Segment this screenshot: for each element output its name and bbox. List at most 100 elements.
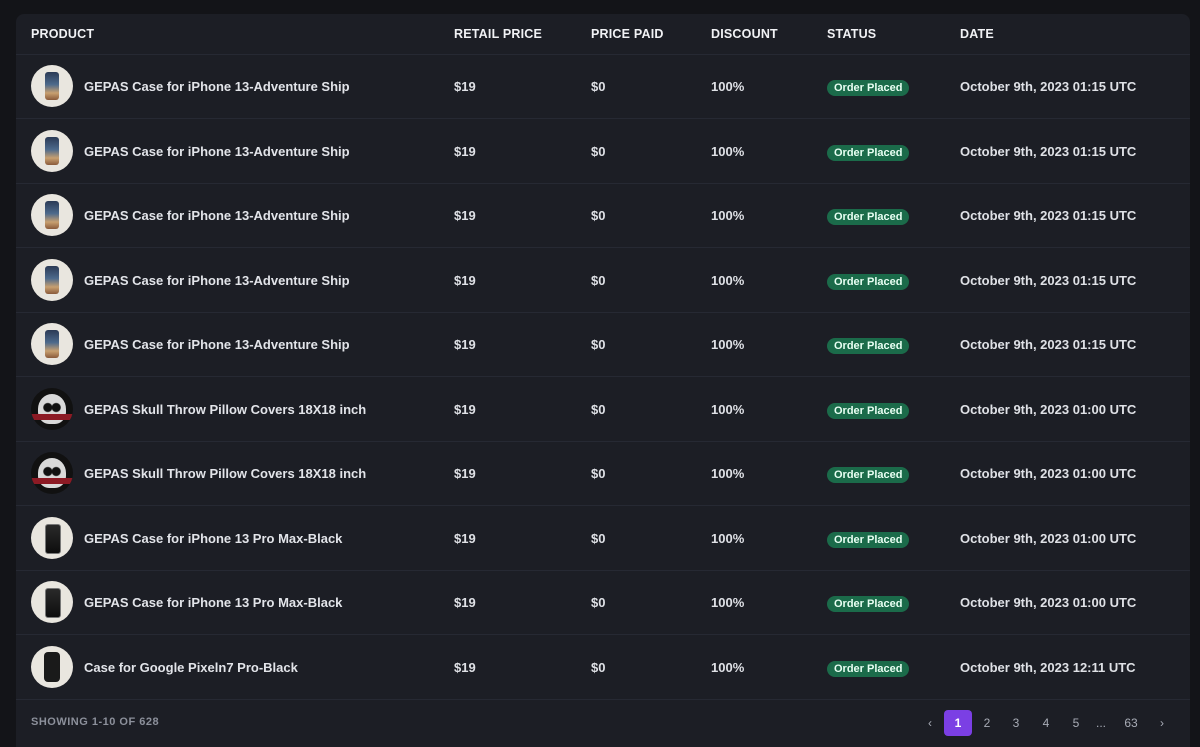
discount: 100% — [711, 466, 745, 481]
order-date: October 9th, 2023 01:15 UTC — [960, 272, 1137, 288]
retail-price: $19 — [454, 659, 476, 675]
table-row[interactable]: GEPAS Case for iPhone 13-Adventure Ship $… — [16, 183, 1190, 248]
order-date: October 9th, 2023 01:15 UTC — [960, 79, 1137, 94]
status-badge: Order Placed — [827, 273, 910, 290]
discount: 100% — [711, 272, 745, 288]
orders-table-panel: PRODUCT RETAIL PRICE PRICE PAID DISCOUNT… — [16, 14, 1190, 747]
page-button-4[interactable]: 4 — [1032, 710, 1060, 736]
table-row[interactable]: GEPAS Case for iPhone 13 Pro Max-Black $1… — [16, 506, 1190, 571]
showing-count: SHOWING 1-10 OF 628 — [31, 716, 160, 728]
product-name[interactable]: GEPAS Case for iPhone 13-Adventure Ship — [84, 273, 350, 288]
retail-price: $19 — [454, 466, 476, 481]
order-date: October 9th, 2023 01:15 UTC — [960, 143, 1137, 159]
table-row[interactable]: GEPAS Case for iPhone 13-Adventure Ship $… — [16, 119, 1190, 184]
status-badge: Order Placed — [827, 531, 910, 548]
next-page-icon[interactable]: › — [1148, 710, 1176, 736]
discount: 100% — [711, 659, 745, 675]
product-thumbnail — [31, 194, 73, 236]
retail-price: $19 — [454, 530, 476, 546]
product-name[interactable]: Case for Google Pixeln7 Pro-Black — [84, 660, 298, 675]
product-thumbnail — [31, 387, 73, 430]
price-paid: $0 — [591, 208, 606, 223]
product-thumbnail — [31, 452, 73, 494]
status-badge: Order Placed — [827, 209, 910, 225]
price-paid: $0 — [591, 659, 606, 675]
order-date: October 9th, 2023 01:15 UTC — [960, 337, 1137, 352]
retail-price: $19 — [454, 337, 476, 352]
status-badge: Order Placed — [827, 80, 910, 96]
table-row[interactable]: GEPAS Skull Throw Pillow Covers 18X18 in… — [16, 441, 1190, 506]
product-name[interactable]: GEPAS Case for iPhone 13-Adventure Ship — [84, 208, 350, 223]
price-paid: $0 — [591, 595, 606, 610]
page-button-5[interactable]: 5 — [1062, 710, 1090, 736]
page-button-1[interactable]: 1 — [944, 710, 972, 736]
product-thumbnail — [31, 581, 73, 623]
retail-price: $19 — [454, 208, 476, 223]
price-paid: $0 — [591, 143, 606, 159]
column-header-status[interactable]: STATUS — [827, 27, 876, 41]
discount: 100% — [711, 337, 745, 352]
discount: 100% — [711, 79, 745, 94]
table-row[interactable]: GEPAS Skull Throw Pillow Covers 18X18 in… — [16, 377, 1190, 442]
order-date: October 9th, 2023 01:15 UTC — [960, 208, 1137, 223]
pagination: ‹ 1 2 3 4 5 ... 63 › — [916, 710, 1176, 736]
product-name[interactable]: GEPAS Case for iPhone 13 Pro Max-Black — [84, 595, 342, 610]
discount: 100% — [711, 208, 745, 223]
price-paid: $0 — [591, 79, 606, 94]
retail-price: $19 — [454, 401, 476, 417]
discount: 100% — [711, 143, 745, 159]
table-row[interactable]: Case for Google Pixeln7 Pro-Black $19 $0 10… — [16, 635, 1190, 700]
order-date: October 9th, 2023 01:00 UTC — [960, 595, 1137, 610]
page-button-2[interactable]: 2 — [973, 710, 1001, 736]
status-badge: Order Placed — [827, 467, 910, 483]
status-badge: Order Placed — [827, 660, 910, 677]
table-row[interactable]: GEPAS Case for iPhone 13-Adventure Ship $… — [16, 312, 1190, 377]
product-name[interactable]: GEPAS Case for iPhone 13-Adventure Ship — [84, 337, 350, 352]
retail-price: $19 — [454, 595, 476, 610]
column-header-date[interactable]: DATE — [960, 27, 994, 41]
column-header-price-paid[interactable]: PRICE PAID — [591, 27, 664, 41]
product-name[interactable]: GEPAS Case for iPhone 13-Adventure Ship — [84, 144, 350, 159]
product-thumbnail — [31, 645, 73, 688]
table-header: PRODUCT RETAIL PRICE PRICE PAID DISCOUNT… — [16, 14, 1190, 55]
status-badge: Order Placed — [827, 596, 910, 612]
table-row[interactable]: GEPAS Case for iPhone 13-Adventure Ship $… — [16, 248, 1190, 313]
status-badge: Order Placed — [827, 402, 910, 419]
product-name[interactable]: GEPAS Case for iPhone 13 Pro Max-Black — [84, 531, 342, 546]
product-thumbnail — [31, 323, 73, 365]
price-paid: $0 — [591, 272, 606, 288]
table-row[interactable]: GEPAS Case for iPhone 13 Pro Max-Black $1… — [16, 570, 1190, 635]
column-header-product[interactable]: PRODUCT — [31, 27, 94, 41]
order-date: October 9th, 2023 01:00 UTC — [960, 401, 1137, 417]
order-date: October 9th, 2023 01:00 UTC — [960, 466, 1137, 481]
page-button-3[interactable]: 3 — [1002, 710, 1030, 736]
price-paid: $0 — [591, 466, 606, 481]
product-thumbnail — [31, 258, 73, 301]
column-header-discount[interactable]: DISCOUNT — [711, 27, 778, 41]
page-ellipsis: ... — [1095, 716, 1106, 730]
previous-page-icon[interactable]: ‹ — [916, 710, 944, 736]
page-button-63[interactable]: 63 — [1117, 710, 1145, 736]
column-header-retail-price[interactable]: RETAIL PRICE — [454, 27, 542, 41]
discount: 100% — [711, 401, 745, 417]
discount: 100% — [711, 595, 745, 610]
product-name[interactable]: GEPAS Case for iPhone 13-Adventure Ship — [84, 79, 350, 94]
status-badge: Order Placed — [827, 338, 910, 354]
retail-price: $19 — [454, 79, 476, 94]
product-thumbnail — [31, 516, 73, 559]
discount: 100% — [711, 530, 745, 546]
price-paid: $0 — [591, 530, 606, 546]
table-footer: SHOWING 1-10 OF 628 ‹ 1 2 3 4 5 ... 63 › — [16, 702, 1190, 747]
product-thumbnail — [31, 65, 73, 107]
price-paid: $0 — [591, 401, 606, 417]
retail-price: $19 — [454, 143, 476, 159]
table-row[interactable]: GEPAS Case for iPhone 13-Adventure Ship $… — [16, 54, 1190, 119]
order-date: October 9th, 2023 12:11 UTC — [960, 659, 1136, 675]
product-thumbnail — [31, 129, 73, 172]
order-date: October 9th, 2023 01:00 UTC — [960, 530, 1137, 546]
price-paid: $0 — [591, 337, 606, 352]
product-name[interactable]: GEPAS Skull Throw Pillow Covers 18X18 in… — [84, 466, 366, 481]
status-badge: Order Placed — [827, 144, 910, 161]
product-name[interactable]: GEPAS Skull Throw Pillow Covers 18X18 in… — [84, 402, 366, 417]
retail-price: $19 — [454, 272, 476, 288]
